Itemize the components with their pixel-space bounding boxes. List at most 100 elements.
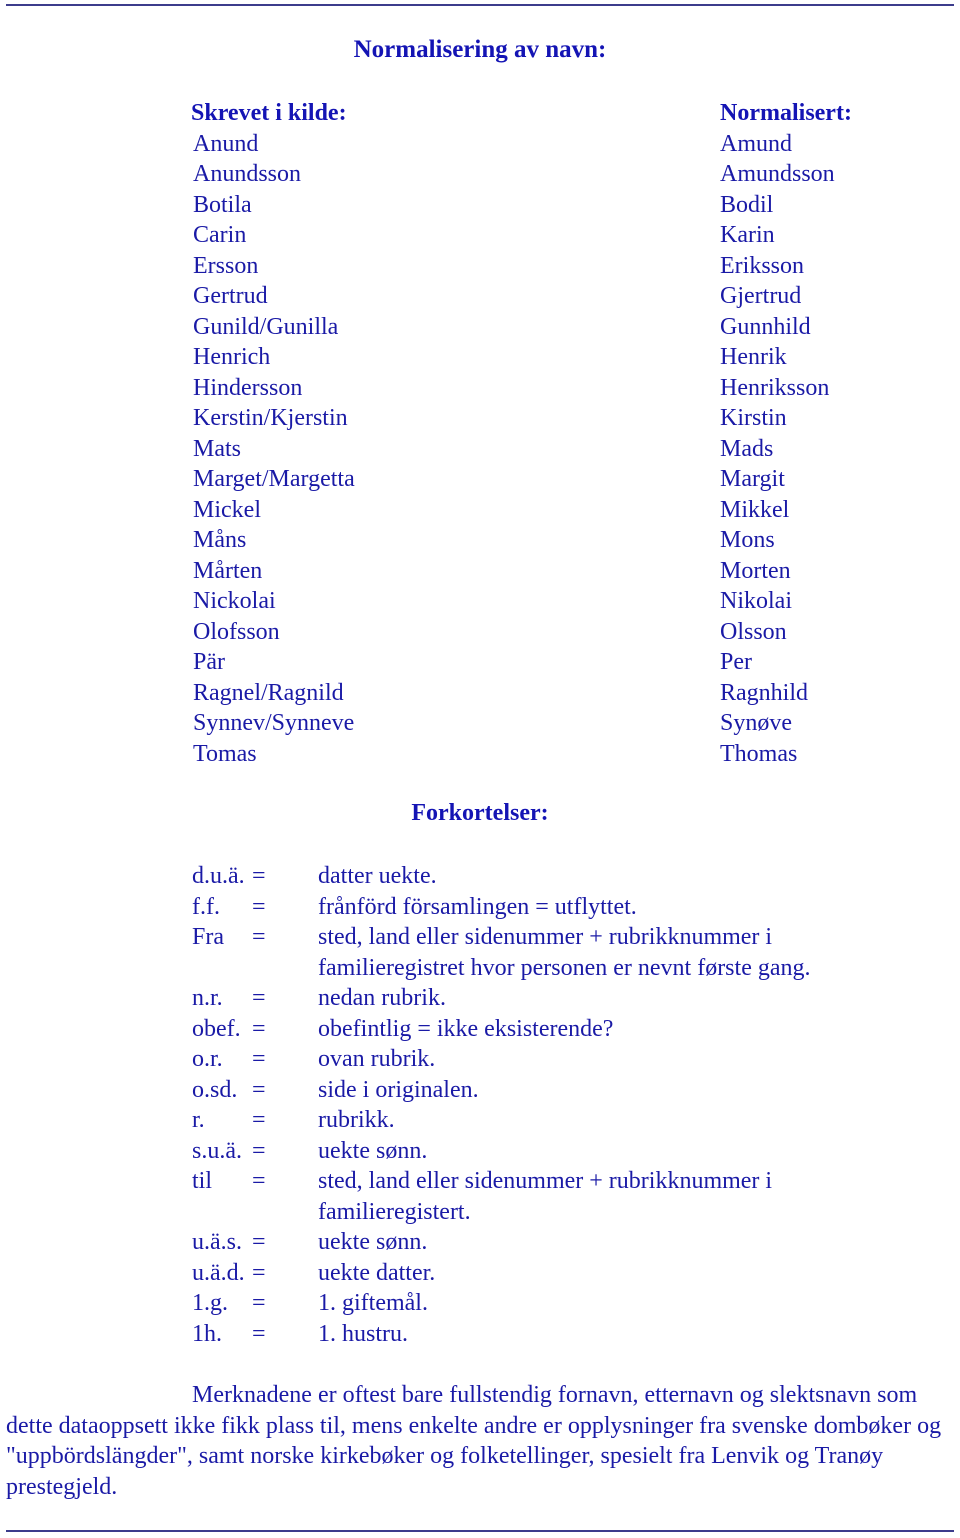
normalized-names-header: Normalisert: bbox=[720, 100, 852, 126]
abbreviation-definition: side i originalen. bbox=[318, 1076, 479, 1103]
top-divider bbox=[6, 4, 954, 6]
abbreviation-row: o.sd. = side i originalen. bbox=[192, 1075, 932, 1106]
abbreviation-definition: datter uekte. bbox=[318, 863, 437, 889]
abbreviation-key: r. bbox=[192, 1107, 205, 1133]
source-name: Ragnel/Ragnild bbox=[193, 679, 344, 706]
source-name: Olofsson bbox=[193, 618, 280, 645]
abbreviation-definition: frånförd församlingen = utflyttet. bbox=[318, 893, 637, 920]
abbreviation-key: s.u.ä. bbox=[192, 1137, 242, 1164]
normalized-name: Amund bbox=[720, 130, 792, 157]
source-name: Synnev/Synneve bbox=[193, 710, 355, 736]
normalized-name: Henrik bbox=[720, 344, 787, 370]
normalized-name: Per bbox=[720, 649, 752, 675]
normalized-name: Olsson bbox=[720, 618, 787, 645]
abbreviation-definition: rubrikk. bbox=[318, 1107, 395, 1133]
source-name: Anund bbox=[193, 130, 259, 157]
abbreviation-key: Fra bbox=[192, 924, 224, 950]
abbreviation-equals: = bbox=[252, 1259, 266, 1286]
abbreviation-equals: = bbox=[252, 1015, 266, 1042]
abbreviation-row: s.u.ä. = uekte sønn. bbox=[192, 1136, 932, 1167]
abbreviation-definition: nedan rubrik. bbox=[318, 985, 446, 1011]
abbreviation-key: n.r. bbox=[192, 985, 223, 1011]
abbreviation-row: obef. = obefintlig = ikke eksisterende? bbox=[192, 1014, 932, 1045]
source-names-list: Anund Anundsson Botila Carin Ersson Gertrud Gu… bbox=[191, 129, 355, 770]
abbreviation-row: d.u.ä. = datter uekte. bbox=[192, 861, 932, 892]
normalized-name: Morten bbox=[720, 557, 791, 584]
normalized-name: Henriksson bbox=[720, 374, 830, 401]
source-names-header: Skrevet i kilde: bbox=[191, 100, 347, 126]
abbreviation-row: n.r. = nedan rubrik. bbox=[192, 983, 932, 1014]
normalized-name: Margit bbox=[720, 466, 785, 492]
abbreviation-row: o.r. = ovan rubrik. bbox=[192, 1044, 932, 1075]
source-name: Mårten bbox=[193, 557, 263, 584]
abbreviation-equals: = bbox=[252, 1290, 266, 1316]
abbreviation-equals: = bbox=[252, 1046, 266, 1072]
source-name: Anundsson bbox=[193, 161, 302, 187]
abbreviation-equals: = bbox=[252, 1137, 266, 1164]
abbreviation-equals: = bbox=[252, 1168, 266, 1194]
abbreviation-equals: = bbox=[252, 985, 266, 1011]
normalized-name: Gunnhild bbox=[720, 313, 811, 340]
normalized-name: Mons bbox=[720, 527, 775, 553]
abbreviation-key: 1.g. bbox=[192, 1290, 228, 1316]
abbreviation-key: f.f. bbox=[192, 893, 220, 920]
abbreviation-equals: = bbox=[252, 1229, 266, 1255]
abbreviation-key: obef. bbox=[192, 1015, 241, 1042]
abbreviation-key: o.sd. bbox=[192, 1076, 238, 1103]
normalized-name: Kirstin bbox=[720, 405, 787, 431]
abbreviations-list: d.u.ä. = datter uekte. f.f. = frånförd försam… bbox=[192, 861, 932, 1349]
abbreviation-row: 1.g. = 1. giftemål. bbox=[192, 1288, 932, 1319]
abbreviation-definition: uekte sønn. bbox=[318, 1229, 428, 1255]
abbreviation-row: til = sted, land eller sidenummer + rubrik… bbox=[192, 1166, 932, 1227]
normalized-name: Gjertrud bbox=[720, 283, 802, 309]
abbreviation-equals: = bbox=[252, 1076, 266, 1103]
normalized-name: Mikkel bbox=[720, 496, 790, 523]
normalized-name: Bodil bbox=[720, 191, 774, 218]
abbreviation-row: 1h. = 1. hustru. bbox=[192, 1319, 932, 1350]
source-name: Marget/Margetta bbox=[193, 466, 355, 492]
abbreviation-row: Fra = sted, land eller sidenummer + rubrik… bbox=[192, 922, 932, 983]
abbreviation-equals: = bbox=[252, 863, 266, 889]
abbreviation-equals: = bbox=[252, 893, 266, 920]
normalized-name: Thomas bbox=[720, 740, 798, 767]
source-name: Måns bbox=[193, 527, 247, 553]
source-name: Botila bbox=[193, 191, 252, 218]
abbreviation-equals: = bbox=[252, 924, 266, 950]
note-paragraph: Merknadene er oftest bare fullstendig fo… bbox=[6, 1382, 942, 1500]
abbreviation-key: u.ä.d. bbox=[192, 1259, 245, 1286]
normalized-name: Amundsson bbox=[720, 161, 835, 187]
source-names-column: Skrevet i kilde: Anund Anundsson Botila Car… bbox=[191, 98, 355, 769]
normalized-name: Nikolai bbox=[720, 588, 792, 614]
abbreviation-definition: 1. giftemål. bbox=[318, 1290, 428, 1316]
abbreviation-equals: = bbox=[252, 1320, 266, 1347]
source-name: Kerstin/Kjerstin bbox=[193, 405, 348, 431]
normalized-names-column: Normalisert: Amund Amundsson Bodil Karin Eri… bbox=[720, 98, 852, 769]
abbreviation-definition: ovan rubrik. bbox=[318, 1046, 436, 1072]
abbreviation-key: 1h. bbox=[192, 1320, 222, 1347]
abbreviation-equals: = bbox=[252, 1107, 266, 1133]
normalized-name: Eriksson bbox=[720, 252, 804, 279]
source-name: Ersson bbox=[193, 252, 259, 279]
normalized-name: Synøve bbox=[720, 710, 792, 736]
source-name: Gunild/Gunilla bbox=[193, 313, 339, 340]
abbreviation-row: u.ä.d. = uekte datter. bbox=[192, 1258, 932, 1289]
normalized-name: Ragnhild bbox=[720, 679, 808, 706]
source-name: Mickel bbox=[193, 496, 261, 523]
normalized-names-list: Amund Amundsson Bodil Karin Eriksson Gjertrud… bbox=[720, 129, 852, 770]
source-name: Gertrud bbox=[193, 283, 268, 309]
page-title: Normalisering av navn: bbox=[353, 36, 607, 63]
abbreviation-definition: obefintlig = ikke eksisterende? bbox=[318, 1015, 614, 1042]
source-name: Mats bbox=[193, 435, 241, 462]
source-name: Tomas bbox=[193, 740, 257, 767]
source-name: Carin bbox=[193, 222, 247, 248]
source-name: Hindersson bbox=[193, 374, 303, 401]
source-name: Henrich bbox=[193, 344, 271, 370]
abbreviation-key: u.ä.s. bbox=[192, 1229, 242, 1255]
bottom-divider bbox=[6, 1530, 954, 1532]
abbreviation-definition: 1. hustru. bbox=[318, 1320, 408, 1347]
abbreviation-key: til bbox=[192, 1168, 213, 1194]
normalized-name: Karin bbox=[720, 222, 775, 248]
source-name: Nickolai bbox=[193, 588, 276, 614]
normalized-name: Mads bbox=[720, 435, 774, 462]
abbreviations-title: Forkortelser: bbox=[411, 800, 549, 826]
